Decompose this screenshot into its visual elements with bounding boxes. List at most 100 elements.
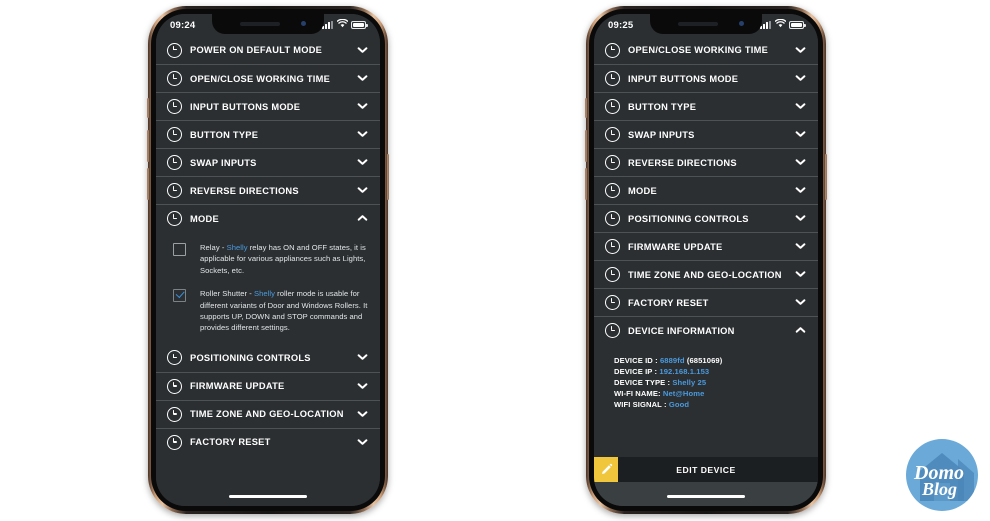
clock-icon <box>605 71 620 86</box>
power-button[interactable] <box>387 154 389 200</box>
settings-row-device-information[interactable]: DEVICE INFORMATION <box>594 316 818 344</box>
settings-row[interactable]: POSITIONING CONTROLS <box>594 204 818 232</box>
home-indicator-area <box>594 482 818 506</box>
settings-row[interactable]: REVERSE DIRECTIONS <box>594 148 818 176</box>
settings-row[interactable]: FIRMWARE UPDATE <box>156 371 380 400</box>
chevron-down-icon[interactable] <box>795 269 806 280</box>
chevron-down-icon[interactable] <box>357 45 368 56</box>
volume-down-button[interactable] <box>147 168 149 200</box>
settings-list-right[interactable]: OPEN/CLOSE WORKING TIME INPUT BUTTONS MOD… <box>594 36 818 506</box>
settings-row-mode[interactable]: MODE <box>156 204 380 232</box>
volume-up-button[interactable] <box>585 130 587 162</box>
chevron-down-icon[interactable] <box>357 73 368 84</box>
chevron-down-icon[interactable] <box>357 157 368 168</box>
chevron-down-icon[interactable] <box>795 185 806 196</box>
device-info-key: WI-FI NAME: <box>614 389 663 398</box>
chevron-down-icon[interactable] <box>357 185 368 196</box>
mode-option[interactable]: Roller Shutter - Shelly roller mode is u… <box>168 288 368 334</box>
edit-device-label[interactable]: EDIT DEVICE <box>618 457 818 482</box>
settings-row-label: FACTORY RESET <box>628 297 709 308</box>
clock-icon <box>167 127 182 142</box>
notch <box>650 14 762 34</box>
settings-row-label: OPEN/CLOSE WORKING TIME <box>190 73 331 84</box>
front-camera <box>739 21 744 26</box>
clock-icon <box>167 434 182 450</box>
chevron-down-icon[interactable] <box>795 45 806 56</box>
chevron-up-icon[interactable] <box>795 325 806 336</box>
device-info-line: WIFI SIGNAL : Good <box>614 399 806 410</box>
settings-row-label: SWAP INPUTS <box>190 157 257 168</box>
settings-row[interactable]: TIME ZONE AND GEO-LOCATION <box>594 260 818 288</box>
edit-device-bar[interactable]: EDIT DEVICE <box>594 457 818 482</box>
status-icons <box>760 18 806 31</box>
chevron-down-icon[interactable] <box>357 101 368 112</box>
settings-row[interactable]: BUTTON TYPE <box>156 120 380 148</box>
mode-option[interactable]: Relay - Shelly relay has ON and OFF stat… <box>168 242 368 276</box>
chevron-down-icon[interactable] <box>795 297 806 308</box>
device-info-line: WI-FI NAME: Net@Home <box>614 388 806 399</box>
settings-row[interactable]: INPUT BUTTONS MODE <box>594 64 818 92</box>
settings-row[interactable]: OPEN/CLOSE WORKING TIME <box>156 64 380 92</box>
device-info-key: DEVICE ID : <box>614 356 660 365</box>
status-icons <box>322 18 368 31</box>
checkbox-checked[interactable] <box>173 289 186 303</box>
settings-row[interactable]: INPUT BUTTONS MODE <box>156 92 380 120</box>
power-button[interactable] <box>825 154 827 200</box>
checkbox-unchecked[interactable] <box>173 243 186 256</box>
domoblog-watermark: Domo Blog <box>906 439 978 511</box>
clock-icon <box>605 323 620 338</box>
settings-row-label: FACTORY RESET <box>190 437 271 448</box>
device-info-value: 192.168.1.153 <box>659 367 710 376</box>
chevron-down-icon[interactable] <box>795 101 806 112</box>
settings-row[interactable]: POWER ON DEFAULT MODE <box>156 36 380 64</box>
chevron-down-icon[interactable] <box>357 352 368 363</box>
settings-row[interactable]: MODE <box>594 176 818 204</box>
settings-row[interactable]: POSITIONING CONTROLS <box>156 344 380 372</box>
settings-row-label: OPEN/CLOSE WORKING TIME <box>628 45 769 55</box>
chevron-down-icon[interactable] <box>795 213 806 224</box>
chevron-down-icon[interactable] <box>357 129 368 140</box>
front-camera <box>301 21 306 26</box>
device-information-panel: DEVICE ID : 6889fd (6851069) DEVICE IP : … <box>594 344 818 420</box>
edit-device-icon-button[interactable] <box>594 457 618 482</box>
wifi-icon <box>774 18 786 31</box>
settings-row[interactable]: SWAP INPUTS <box>156 148 380 176</box>
settings-row[interactable]: REVERSE DIRECTIONS <box>156 176 380 204</box>
wifi-icon <box>336 18 348 31</box>
settings-row[interactable]: FACTORY RESET <box>594 288 818 316</box>
settings-row[interactable]: BUTTON TYPE <box>594 92 818 120</box>
earpiece-speaker <box>678 22 718 26</box>
chevron-down-icon[interactable] <box>357 381 368 392</box>
mode-option-text: Roller Shutter - Shelly roller mode is u… <box>200 288 368 334</box>
clock-icon <box>605 42 620 58</box>
settings-row[interactable]: SWAP INPUTS <box>594 120 818 148</box>
settings-row[interactable]: FIRMWARE UPDATE <box>594 232 818 260</box>
chevron-down-icon[interactable] <box>795 157 806 168</box>
device-info-line: DEVICE IP : 192.168.1.153 <box>614 366 806 377</box>
home-indicator-left[interactable] <box>229 494 307 498</box>
mode-option-prefix: Roller Shutter - <box>200 289 255 299</box>
settings-row[interactable]: TIME ZONE AND GEO-LOCATION <box>156 399 380 428</box>
volume-down-button[interactable] <box>585 168 587 200</box>
chevron-down-icon[interactable] <box>357 437 368 448</box>
home-indicator-right[interactable] <box>667 494 745 498</box>
settings-row[interactable]: OPEN/CLOSE WORKING TIME <box>594 36 818 64</box>
volume-up-button[interactable] <box>147 130 149 162</box>
chevron-down-icon[interactable] <box>795 129 806 140</box>
settings-row-label: REVERSE DIRECTIONS <box>628 157 737 168</box>
settings-row[interactable]: FACTORY RESET <box>156 427 380 456</box>
mute-switch[interactable] <box>585 98 587 118</box>
settings-list-left[interactable]: POWER ON DEFAULT MODE OPEN/CLOSE WORKING … <box>156 36 380 506</box>
chevron-down-icon[interactable] <box>795 241 806 252</box>
device-info-key: DEVICE IP : <box>614 367 660 376</box>
chevron-down-icon[interactable] <box>795 73 806 84</box>
chevron-up-icon[interactable] <box>357 213 368 224</box>
mute-switch[interactable] <box>147 98 149 118</box>
settings-row-label: TIME ZONE AND GEO-LOCATION <box>628 269 782 280</box>
settings-row-label: REVERSE DIRECTIONS <box>190 185 299 196</box>
rows-group: OPEN/CLOSE WORKING TIME INPUT BUTTONS MOD… <box>594 36 818 316</box>
phone-right: 09:25 OPEN/CLOSE WORKING TIME INPUT BUTTO… <box>585 6 827 514</box>
chevron-down-icon[interactable] <box>357 409 368 420</box>
battery-icon <box>351 21 368 29</box>
brand-name: Shelly <box>254 289 276 299</box>
